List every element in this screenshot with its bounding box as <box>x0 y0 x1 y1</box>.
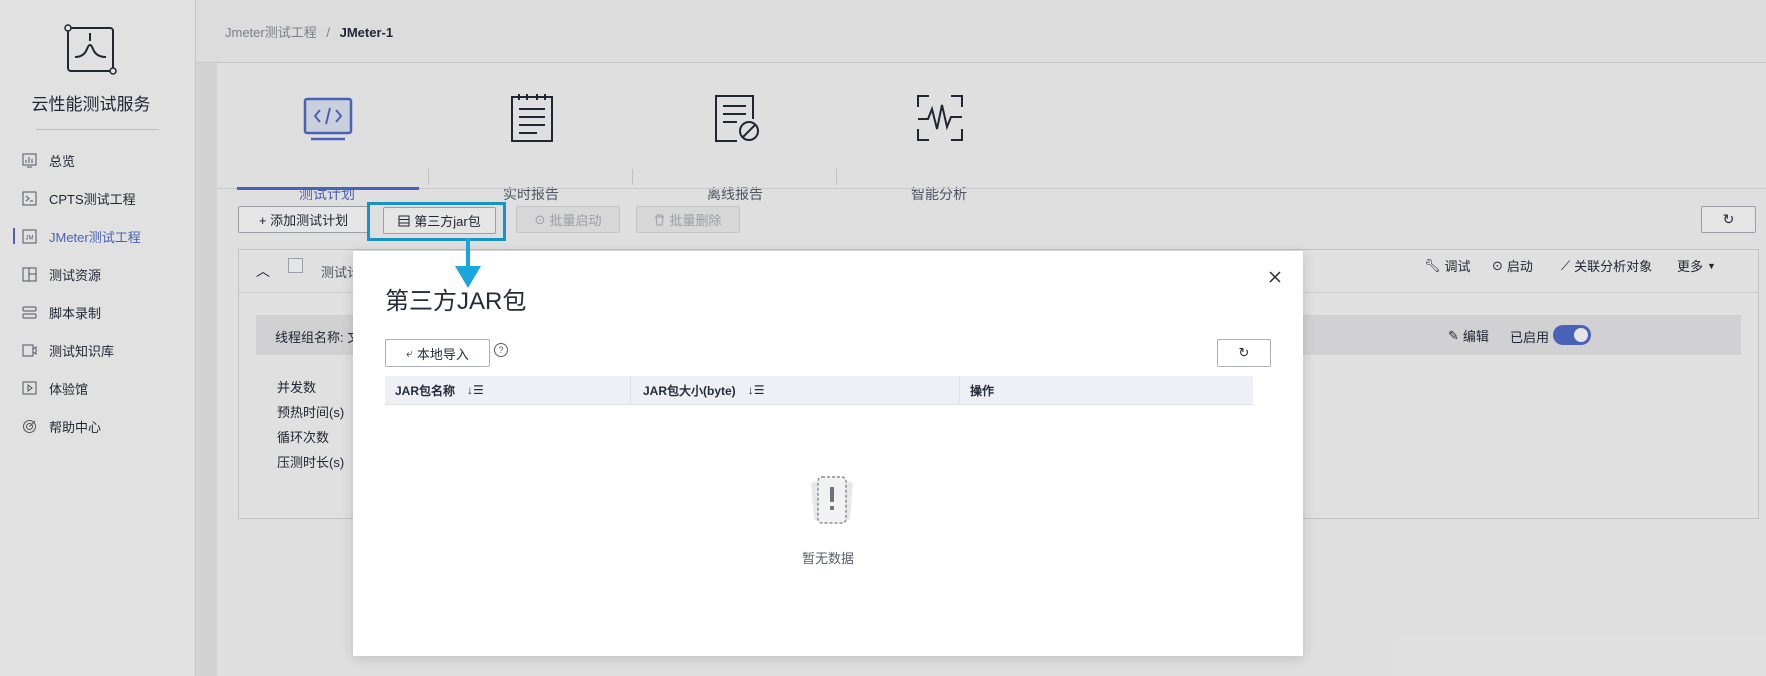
close-icon[interactable] <box>1267 269 1283 285</box>
refresh-icon: ↻ <box>1238 345 1250 360</box>
local-import-label: 本地导入 <box>416 346 469 362</box>
help-icon[interactable]: ? <box>494 343 508 357</box>
column-label: JAR包大小(byte) <box>643 383 736 398</box>
column-label: JAR包名称 <box>395 383 456 398</box>
column-jar-size[interactable]: JAR包大小(byte) ↓☰ <box>631 376 959 404</box>
column-jar-name[interactable]: JAR包名称 ↓☰ <box>385 376 630 404</box>
dialog-refresh-button[interactable]: ↻ <box>1217 339 1271 367</box>
empty-data-text: 暂无数据 <box>801 551 854 566</box>
column-actions: 操作 <box>960 376 1253 404</box>
jar-dialog: 第三方JAR包 ⤶ 本地导入 ? ↻ JAR包名称 ↓☰ JAR包大小(byte… <box>353 251 1303 656</box>
local-import-button[interactable]: ⤶ 本地导入 <box>385 339 490 367</box>
callout-arrow-icon <box>455 238 481 288</box>
empty-data-icon <box>811 476 853 524</box>
column-label: 操作 <box>970 383 995 398</box>
import-icon: ⤶ <box>406 345 413 360</box>
sort-icon[interactable]: ↓☰ <box>467 383 484 397</box>
sort-icon[interactable]: ↓☰ <box>748 383 765 397</box>
table-header-border <box>385 404 1253 405</box>
